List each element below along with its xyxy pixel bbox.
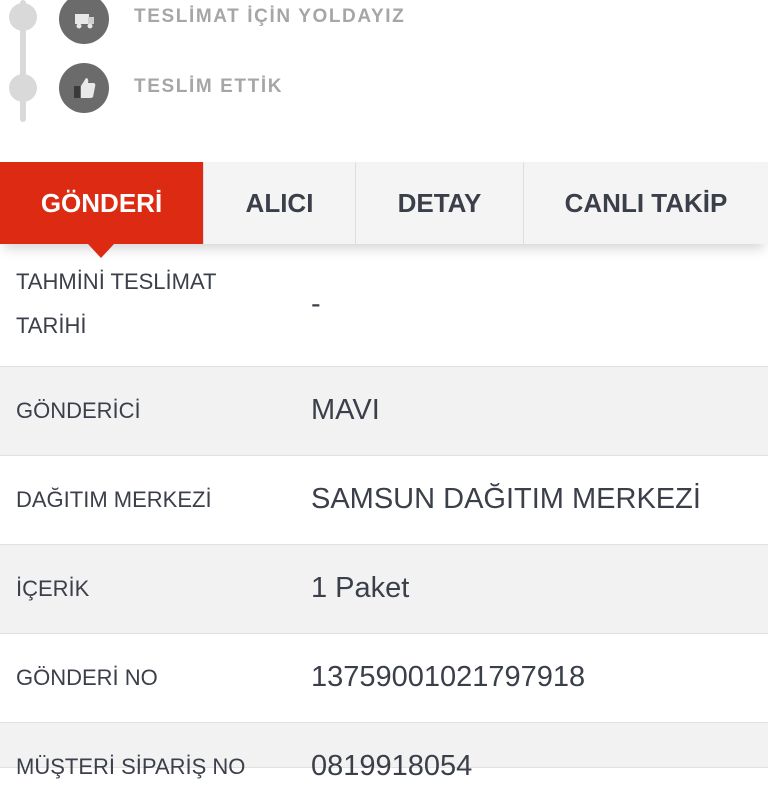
detail-row: İÇERİK 1 Paket: [0, 545, 768, 634]
detail-value: SAMSUN DAĞITIM MERKEZİ: [311, 483, 701, 515]
detail-row: TAHMİNİ TESLİMAT TARİHİ -: [0, 244, 768, 367]
tab-canli-takip[interactable]: CANLI TAKİP: [523, 162, 768, 244]
tab-detay[interactable]: DETAY: [355, 162, 523, 244]
shipment-tabs: GÖNDERİ ALICI DETAY CANLI TAKİP: [0, 162, 768, 258]
detail-row: GÖNDERİ NO 13759001021797918: [0, 634, 768, 723]
detail-value: 13759001021797918: [311, 661, 586, 693]
thumbs-up-icon: [59, 63, 109, 113]
detail-label: İÇERİK: [16, 576, 90, 601]
detail-label: GÖNDERİ NO: [16, 665, 158, 690]
timeline-dot: [9, 3, 37, 31]
detail-value: 0819918054: [311, 750, 473, 782]
shipment-details: TAHMİNİ TESLİMAT TARİHİ - GÖNDERİCİ MAVI…: [0, 244, 768, 782]
detail-value: MAVI: [311, 394, 380, 426]
timeline-step-label: TESLİM ETTİK: [134, 76, 284, 97]
shipment-timeline: TESLİMAT İÇİN YOLDAYIZ TESLİM ETTİK: [0, 0, 768, 130]
detail-value: -: [311, 288, 321, 320]
detail-label: MÜŞTERİ SİPARİŞ NO: [16, 754, 246, 779]
detail-label: TAHMİNİ TESLİMAT TARİHİ: [16, 269, 217, 338]
detail-label: DAĞITIM MERKEZİ: [16, 487, 212, 512]
timeline-dot: [9, 74, 37, 102]
tab-gonderi[interactable]: GÖNDERİ: [0, 162, 203, 258]
detail-row: GÖNDERİCİ MAVI: [0, 367, 768, 456]
detail-label: GÖNDERİCİ: [16, 398, 141, 423]
detail-value: 1 Paket: [311, 572, 410, 604]
detail-row: DAĞITIM MERKEZİ SAMSUN DAĞITIM MERKEZİ: [0, 456, 768, 545]
delivery-truck-icon: [59, 0, 109, 44]
detail-row: MÜŞTERİ SİPARİŞ NO 0819918054: [0, 723, 768, 782]
tab-alici[interactable]: ALICI: [203, 162, 355, 244]
timeline-step-label: TESLİMAT İÇİN YOLDAYIZ: [134, 6, 406, 27]
